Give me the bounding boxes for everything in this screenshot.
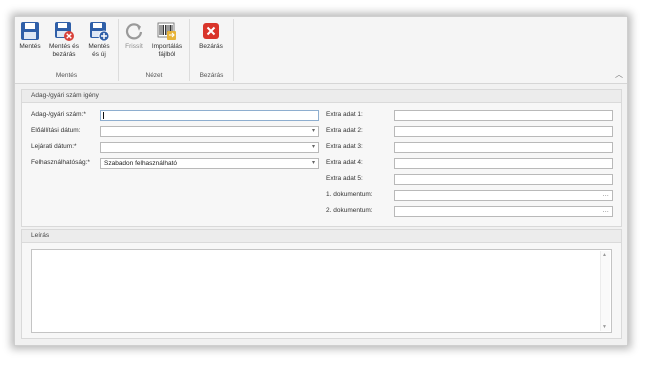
extra-data-5-label: Extra adat 5: <box>326 175 363 182</box>
ribbon-group-save: Mentés Mentés és bezárás Mentés és új Me… <box>15 19 119 81</box>
batch-number-label: Adag-/gyári szám:* <box>31 111 86 118</box>
collapse-ribbon-icon[interactable]: ︿ <box>615 69 623 80</box>
save-new-icon <box>90 22 109 41</box>
close-button[interactable]: Bezárás <box>196 21 226 51</box>
document-2-label: 2. dokumentum: <box>326 207 373 214</box>
extra-data-3-field[interactable] <box>394 142 613 153</box>
extra-data-4-field[interactable] <box>394 158 613 169</box>
close-icon <box>203 23 219 39</box>
ribbon-toolbar: Mentés Mentés és bezárás Mentés és új Me… <box>15 17 627 84</box>
save-close-icon <box>55 22 74 41</box>
save-button-label: Mentés <box>19 43 41 50</box>
description-textarea[interactable]: ▲ ▼ <box>31 249 612 333</box>
production-date-label: Előállítási dátum: <box>31 127 81 134</box>
expiry-date-label: Lejárati dátum:* <box>31 143 77 150</box>
chevron-down-icon[interactable]: ▾ <box>312 127 315 136</box>
save-close-label-2: bezárás <box>52 51 76 58</box>
close-label: Bezárás <box>199 43 223 50</box>
browse-ellipsis-icon[interactable]: … <box>603 190 610 199</box>
ribbon-group-close: Bezárás Bezárás <box>190 19 234 81</box>
save-button[interactable]: Mentés <box>19 21 41 51</box>
import-from-file-button[interactable]: Importálás fájlból <box>149 21 185 59</box>
save-and-close-button[interactable]: Mentés és bezárás <box>47 21 81 59</box>
extra-data-2-label: Extra adat 2: <box>326 127 363 134</box>
ribbon-group-label-view: Nézet <box>145 72 163 79</box>
chevron-down-icon[interactable]: ▾ <box>312 143 315 152</box>
refresh-button[interactable]: Frissít <box>122 21 146 51</box>
extra-data-2-field[interactable] <box>394 126 613 137</box>
document-1-field[interactable]: … <box>394 190 613 201</box>
scroll-down-icon[interactable]: ▼ <box>602 324 607 330</box>
refresh-icon <box>125 23 143 40</box>
document-1-label: 1. dokumentum: <box>326 191 373 198</box>
description-scrollbar[interactable]: ▲ ▼ <box>600 251 610 331</box>
usability-value: Szabadon felhasználható <box>104 160 178 167</box>
extra-data-5-field[interactable] <box>394 174 613 185</box>
usability-select[interactable]: Szabadon felhasználható ▾ <box>100 158 319 169</box>
extra-data-1-label: Extra adat 1: <box>326 111 363 118</box>
text-cursor <box>103 112 104 119</box>
ribbon-group-label-save: Mentés <box>55 72 78 79</box>
refresh-label: Frissít <box>125 43 143 50</box>
ribbon-group-label-close: Bezárás <box>199 72 224 79</box>
import-label-2: fájlból <box>158 51 176 58</box>
save-close-label-1: Mentés és <box>49 43 79 50</box>
extra-data-3-label: Extra adat 3: <box>326 143 363 150</box>
save-icon <box>21 22 39 40</box>
batch-number-field[interactable] <box>100 110 319 121</box>
chevron-down-icon[interactable]: ▾ <box>312 159 315 168</box>
barcode-import-icon <box>157 22 176 40</box>
production-date-field[interactable]: ▾ <box>100 126 319 137</box>
import-label-1: Importálás <box>151 43 183 50</box>
usability-label: Felhasználhatóság:* <box>31 159 90 166</box>
scroll-up-icon[interactable]: ▲ <box>602 252 607 258</box>
expiry-date-field[interactable]: ▾ <box>100 142 319 153</box>
save-new-label-2: és új <box>92 51 106 58</box>
browse-ellipsis-icon[interactable]: … <box>603 206 610 215</box>
save-new-label-1: Mentés <box>88 43 110 50</box>
description-title: Leírás <box>22 230 621 243</box>
save-and-new-button[interactable]: Mentés és új <box>85 21 113 59</box>
extra-data-4-label: Extra adat 4: <box>326 159 363 166</box>
dialog-window: Mentés Mentés és bezárás Mentés és új Me… <box>14 16 628 346</box>
document-2-field[interactable]: … <box>394 206 613 217</box>
ribbon-group-view: Frissít Importálás fájlból Nézet <box>119 19 190 81</box>
extra-data-1-field[interactable] <box>394 110 613 121</box>
description-panel: Leírás ▲ ▼ <box>21 229 622 339</box>
batch-request-panel: Adag-/gyári szám igény Adag-/gyári szám:… <box>21 89 622 227</box>
panel-title: Adag-/gyári szám igény <box>22 90 621 103</box>
